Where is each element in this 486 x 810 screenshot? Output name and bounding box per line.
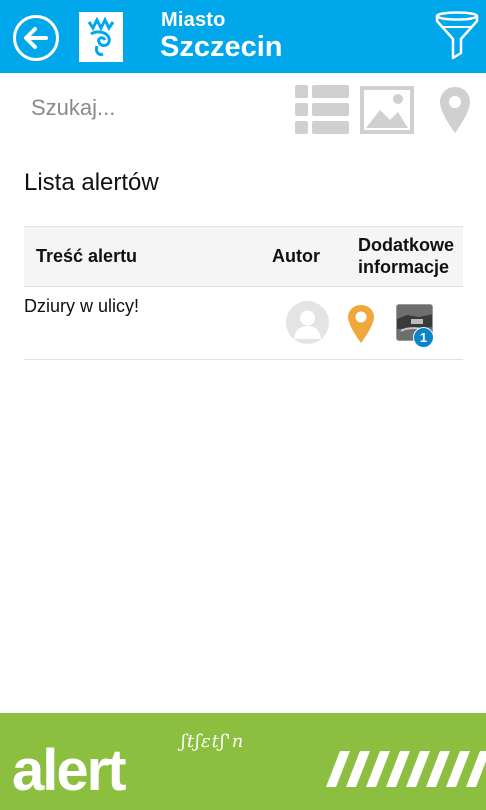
alert-content: Dziury w ulicy! bbox=[24, 296, 140, 316]
photo-count-badge: 1 bbox=[413, 327, 434, 348]
location-pin-icon bbox=[348, 305, 374, 343]
city-logo bbox=[79, 12, 123, 62]
city-logo-icon bbox=[87, 16, 115, 56]
column-header-content[interactable]: Treść alertu bbox=[36, 245, 137, 267]
map-view-icon bbox=[440, 87, 470, 133]
filter-icon bbox=[435, 11, 479, 60]
location-button[interactable] bbox=[347, 304, 375, 344]
column-header-extra-info[interactable]: Dodatkowe informacje bbox=[358, 234, 468, 278]
column-header-author[interactable]: Autor bbox=[272, 245, 320, 267]
map-view-button[interactable] bbox=[434, 84, 476, 136]
avatar-icon bbox=[294, 310, 321, 339]
list-view-button[interactable] bbox=[294, 84, 350, 136]
app-header: Miasto Szczecin bbox=[0, 0, 486, 73]
city-label: Szczecin bbox=[160, 31, 283, 63]
city-label-small: Miasto bbox=[161, 9, 226, 31]
list-view-icon bbox=[295, 85, 349, 134]
search-input[interactable] bbox=[22, 88, 262, 128]
filter-button[interactable] bbox=[433, 10, 481, 62]
warning-stripes bbox=[326, 751, 486, 787]
back-button[interactable] bbox=[13, 15, 59, 61]
table-header: Treść alertu Autor Dodatkowe informacje bbox=[24, 226, 463, 287]
gallery-view-button[interactable] bbox=[359, 84, 415, 136]
brand-subtitle: ʃtʃɛtʃ'n bbox=[181, 731, 245, 752]
brand-logo: alert bbox=[12, 738, 127, 803]
footer-banner: alert ʃtʃɛtʃ'n bbox=[0, 713, 486, 810]
back-arrow-icon bbox=[24, 27, 48, 49]
gallery-view-icon bbox=[360, 86, 414, 134]
page-title: Lista alertów bbox=[24, 169, 159, 196]
author-avatar[interactable] bbox=[286, 301, 329, 344]
table-row[interactable]: Dziury w ulicy! 1 bbox=[24, 287, 463, 360]
